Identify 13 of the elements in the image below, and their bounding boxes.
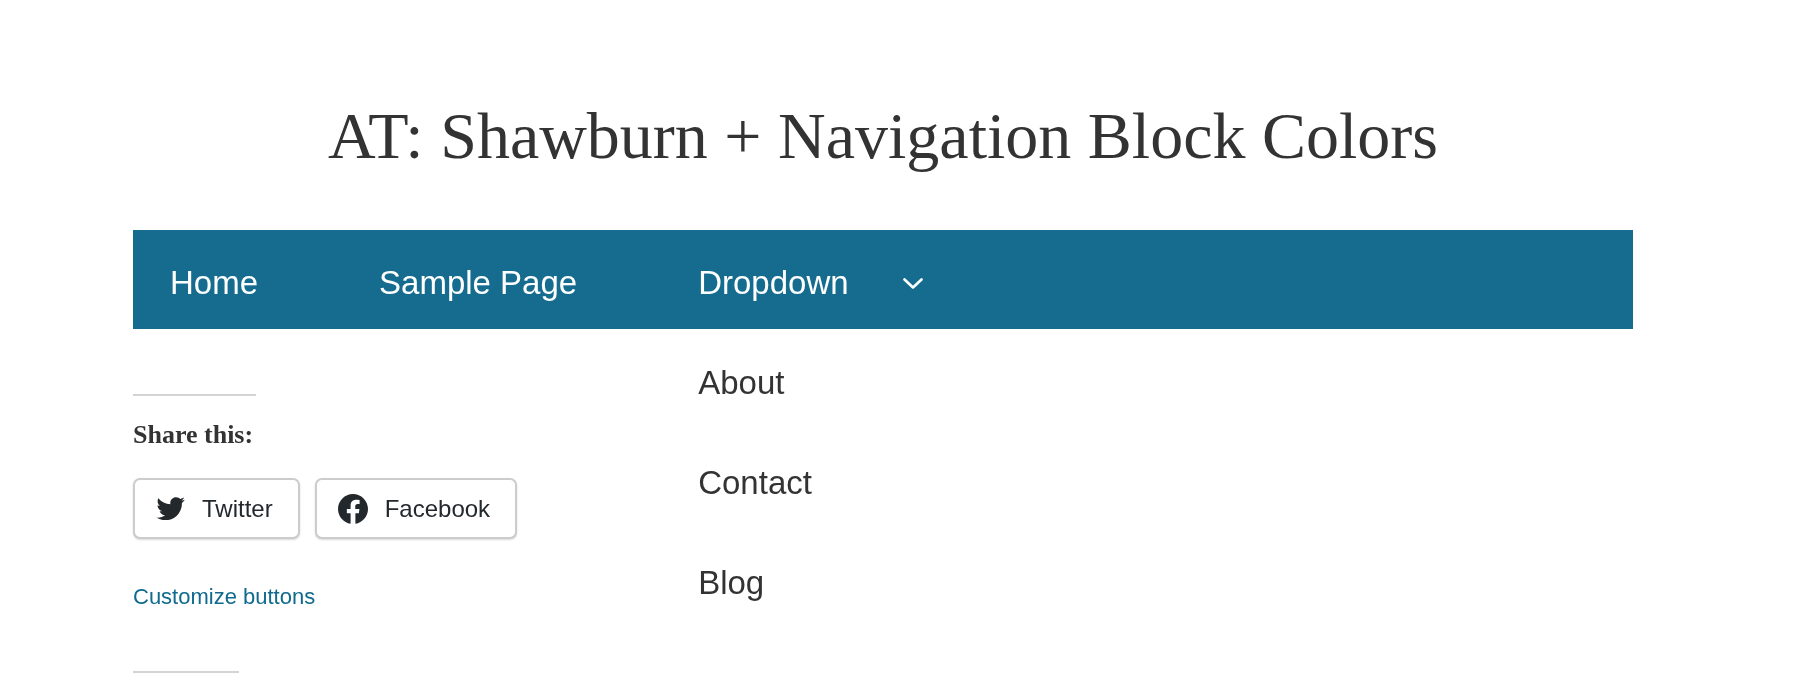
facebook-share-button[interactable]: Facebook [314,478,518,539]
page-title: AT: Shawburn + Navigation Block Colors [327,98,1439,174]
submenu-link[interactable]: About [698,364,785,402]
submenu-link[interactable]: Contact [698,464,812,502]
nav-link[interactable]: Home [170,264,259,302]
customize-buttons-link[interactable]: Customize buttons [133,584,316,610]
nav-link[interactable]: Sample Page [379,264,578,302]
twitter-share-button[interactable]: Twitter [133,478,300,539]
share-heading: Share this: [133,420,254,450]
dropdown-menu-button[interactable]: Dropdown [698,264,923,302]
submenu-link[interactable]: Blog [698,564,765,602]
bird-icon [156,497,185,520]
facebook-logo-icon [337,493,368,524]
